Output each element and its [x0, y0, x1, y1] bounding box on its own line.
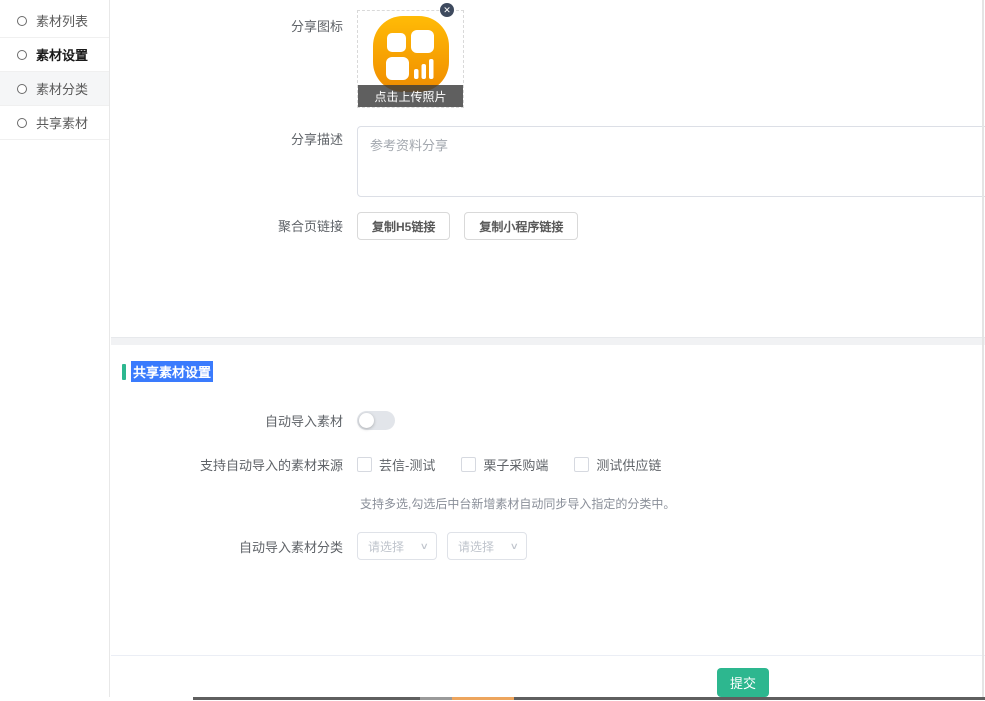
sidebar-item-label: 素材设置	[36, 45, 88, 64]
agg-link-buttons: 复制H5链接 复制小程序链接	[357, 212, 578, 240]
source-checkbox-yunxin-test[interactable]: 芸信-测试	[357, 455, 435, 474]
select-placeholder: 请选择	[458, 538, 494, 555]
select-placeholder: 请选择	[368, 538, 404, 555]
toggle-knob	[359, 413, 374, 428]
category-select-level2[interactable]: 请选择 ∨	[447, 532, 527, 560]
app-window: 素材列表 素材设置 素材分类 共享素材 分享图标	[0, 0, 985, 701]
section-divider	[111, 337, 985, 345]
sidebar-item-material-list[interactable]: 素材列表	[0, 4, 109, 38]
sidebar-item-shared-material[interactable]: 共享素材	[0, 106, 109, 140]
auto-import-label: 自动导入素材	[111, 414, 343, 429]
horizontal-scrollbar-segment	[420, 697, 452, 700]
chevron-down-icon: ∨	[420, 541, 429, 552]
source-checkbox-test-supplychain[interactable]: 测试供应链	[574, 455, 661, 474]
share-icon-uploader[interactable]: 点击上传照片 ✕	[357, 10, 464, 108]
radio-circle-icon	[17, 84, 27, 94]
import-sources-group: 芸信-测试 栗子采购端 测试供应链	[357, 455, 661, 474]
category-select-level1[interactable]: 请选择 ∨	[357, 532, 437, 560]
share-desc-label: 分享描述	[111, 132, 343, 147]
radio-circle-icon	[17, 118, 27, 128]
sidebar: 素材列表 素材设置 素材分类 共享素材	[0, 0, 110, 697]
submit-button[interactable]: 提交	[717, 668, 769, 697]
horizontal-scrollbar-orange-segment	[452, 697, 514, 700]
sidebar-item-label: 共享素材	[36, 113, 88, 132]
radio-circle-icon	[17, 16, 27, 26]
upload-overlay-label[interactable]: 点击上传照片	[358, 85, 463, 107]
sidebar-item-label: 素材分类	[36, 79, 88, 98]
section-title-selected-text: 共享素材设置	[131, 361, 213, 382]
checkbox-icon[interactable]	[574, 457, 589, 472]
sidebar-item-material-category[interactable]: 素材分类	[0, 72, 109, 106]
import-category-label: 自动导入素材分类	[111, 540, 343, 555]
section-accent-bar	[122, 364, 126, 380]
section-header: 共享素材设置	[122, 361, 213, 382]
copy-miniprogram-link-button[interactable]: 复制小程序链接	[464, 212, 578, 240]
remove-image-icon[interactable]: ✕	[440, 3, 454, 17]
agg-link-label: 聚合页链接	[111, 219, 343, 234]
form-footer: 提交	[111, 655, 985, 697]
sidebar-item-label: 素材列表	[36, 11, 88, 30]
share-desc-textarea[interactable]	[357, 126, 985, 197]
radio-circle-icon	[17, 50, 27, 60]
share-icon-label: 分享图标	[111, 19, 343, 34]
sidebar-item-material-settings[interactable]: 素材设置	[0, 38, 109, 72]
horizontal-scrollbar-thumb[interactable]	[193, 697, 985, 700]
source-checkbox-lizi-procurement[interactable]: 栗子采购端	[461, 455, 548, 474]
import-sources-label: 支持自动导入的素材来源	[111, 458, 343, 473]
auto-import-toggle[interactable]	[357, 411, 395, 430]
checkbox-icon[interactable]	[461, 457, 476, 472]
checkbox-label: 栗子采购端	[483, 455, 548, 474]
checkbox-icon[interactable]	[357, 457, 372, 472]
vertical-scrollbar-track[interactable]	[982, 0, 984, 697]
copy-h5-link-button[interactable]: 复制H5链接	[357, 212, 450, 240]
chevron-down-icon: ∨	[510, 541, 519, 552]
import-sources-hint: 支持多选,勾选后中台新增素材自动同步导入指定的分类中。	[360, 495, 675, 512]
checkbox-label: 测试供应链	[596, 455, 661, 474]
main-content: 分享图标	[111, 0, 985, 697]
import-category-selects: 请选择 ∨ 请选择 ∨	[357, 532, 527, 560]
checkbox-label: 芸信-测试	[379, 455, 435, 474]
